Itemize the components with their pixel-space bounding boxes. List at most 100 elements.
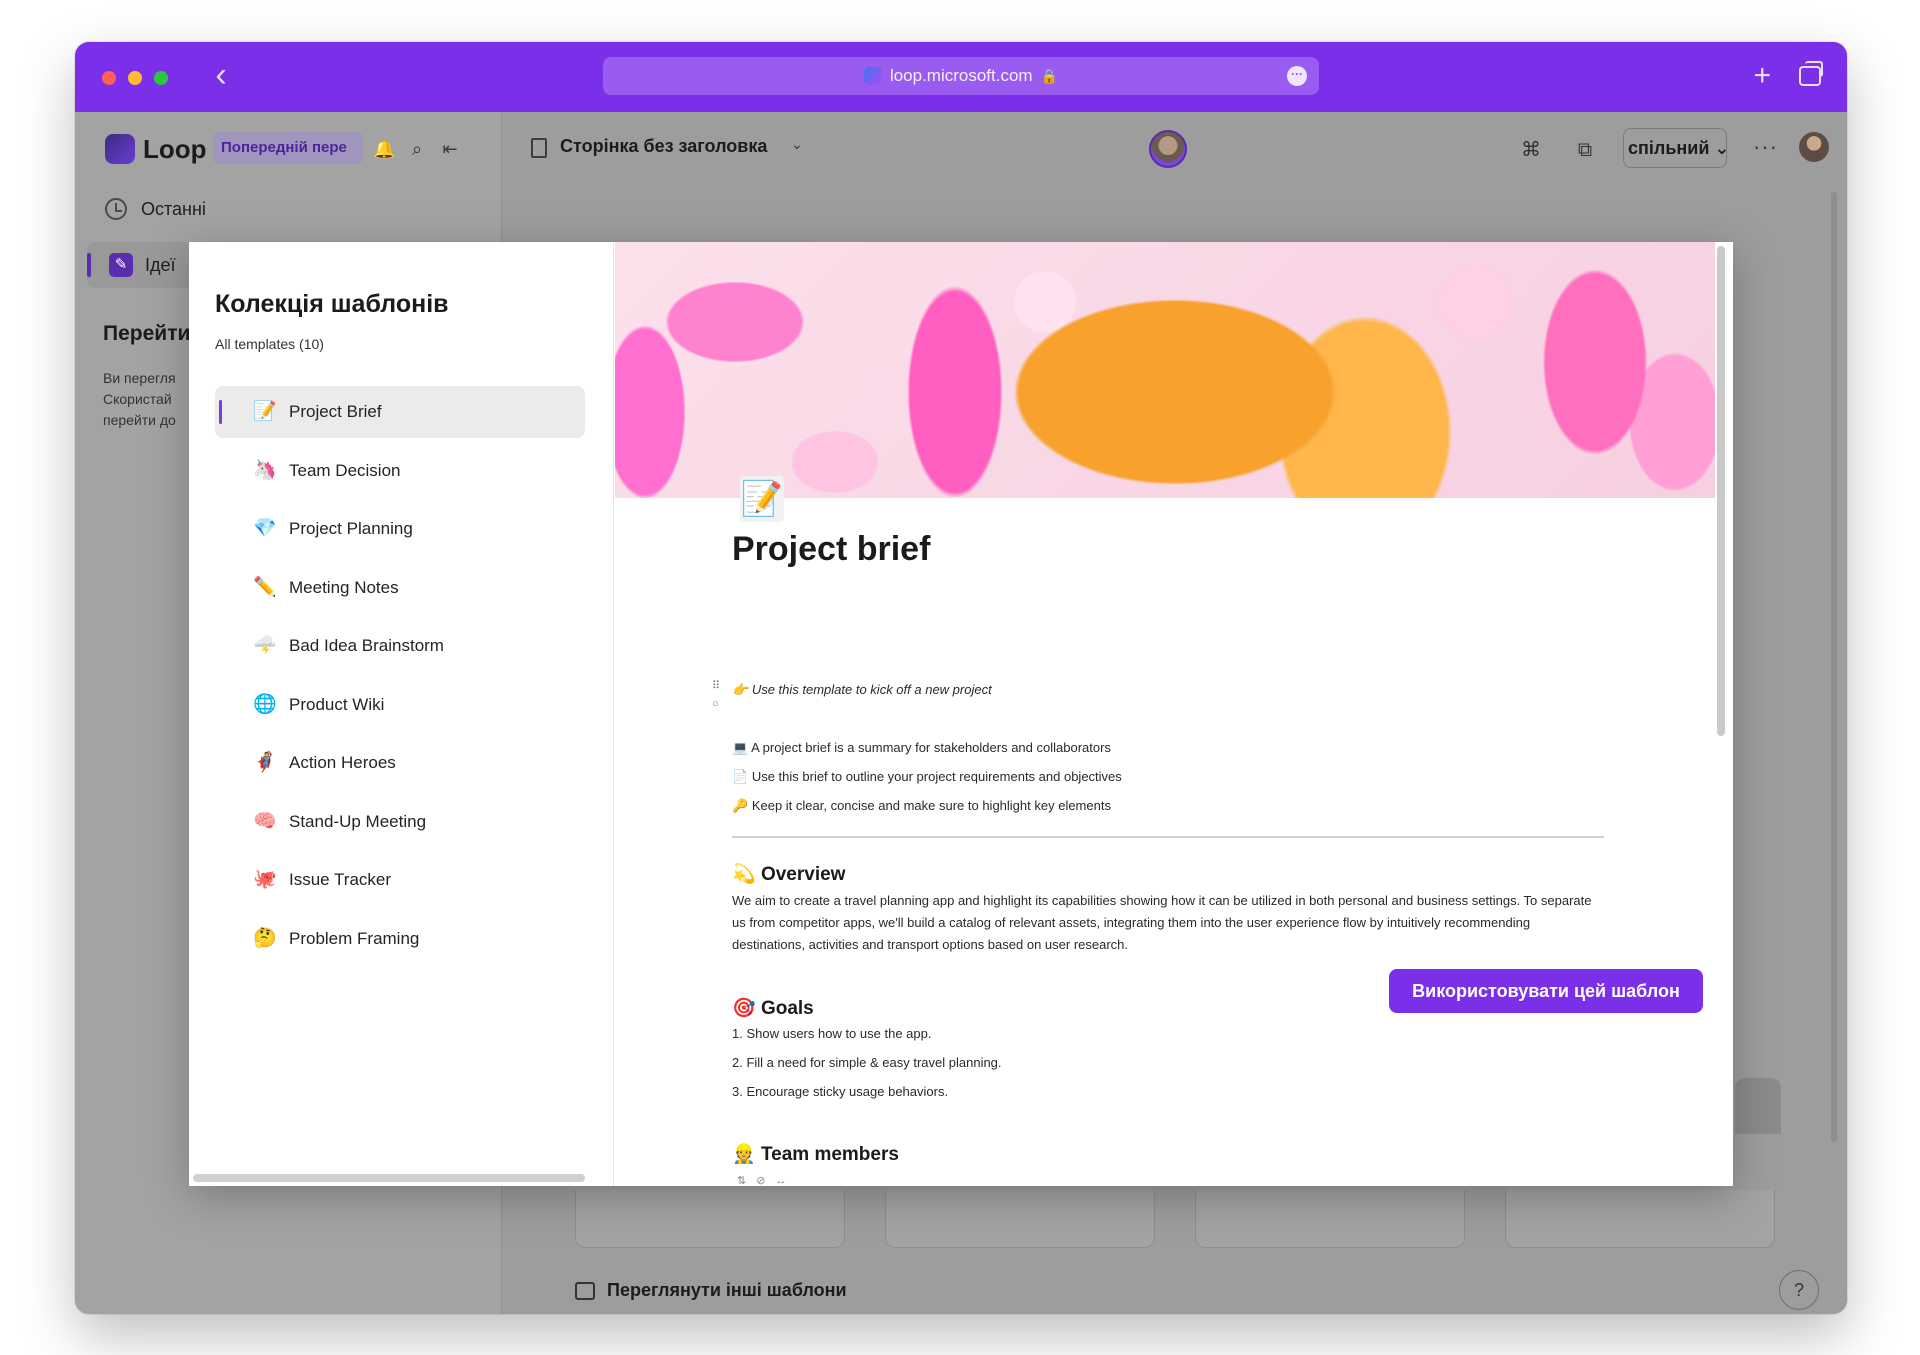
tab-overview-icon[interactable] xyxy=(1799,61,1823,86)
template-list-panel: Колекція шаблонів All templates (10) 📝 Pr… xyxy=(189,242,614,1186)
template-label: Problem Framing xyxy=(289,928,420,948)
table-toolbar[interactable]: ⇅⊘↔ xyxy=(737,1174,796,1186)
browser-window: ‹ loop.microsoft.com 🔒 ··· + Loop Попере… xyxy=(75,42,1847,1314)
copy-icon[interactable]: ⧉ xyxy=(1573,138,1597,162)
document-icon: 📄 xyxy=(732,769,749,784)
back-arrow-icon[interactable]: ‹ xyxy=(203,58,239,94)
pointing-hand-icon: 👉 xyxy=(732,682,749,697)
bullet-line: 💻 A project brief is a summary for stake… xyxy=(732,740,1111,756)
template-label: Meeting Notes xyxy=(289,577,399,597)
template-item-project-planning[interactable]: 💎 Project Planning xyxy=(215,503,585,555)
minimize-window-button[interactable] xyxy=(128,71,142,85)
pencil-icon: ✎ xyxy=(109,253,133,277)
heading-text: Overview xyxy=(760,864,846,885)
preview-scrollbar[interactable] xyxy=(1717,246,1725,736)
template-list: 📝 Project Brief 🦄 Team Decision 💎 Project Pla… xyxy=(215,386,585,971)
template-emoji-icon: 🌩️ xyxy=(253,635,277,656)
chevron-down-icon[interactable]: ⌄ xyxy=(791,136,803,153)
template-emoji-icon: 🦸 xyxy=(253,752,277,773)
share-button[interactable]: спільний ⌄ xyxy=(1623,128,1727,168)
background-card[interactable] xyxy=(1195,1190,1465,1248)
template-item-bad-idea-brainstorm[interactable]: 🌩️ Bad Idea Brainstorm xyxy=(215,620,585,672)
horizontal-scrollbar[interactable] xyxy=(193,1174,585,1182)
comment-icon[interactable]: ○ xyxy=(712,698,724,710)
template-emoji-icon: 🤔 xyxy=(253,927,277,949)
team-heading: 👷 Team members xyxy=(732,1142,899,1166)
description-line: перейти до xyxy=(103,412,176,428)
background-card[interactable] xyxy=(575,1190,845,1248)
template-label: Action Heroes xyxy=(289,753,396,772)
sidebar-item-recent[interactable]: Останні xyxy=(105,194,206,224)
goal-item: 3. Encourage sticky usage behaviors. xyxy=(732,1084,949,1099)
more-options-icon[interactable]: ··· xyxy=(1287,66,1307,86)
apps-grid-icon[interactable]: ⌘ xyxy=(1519,138,1543,162)
page-title[interactable]: Сторінка без заголовка xyxy=(560,136,767,157)
template-label: Product Wiki xyxy=(289,694,385,714)
overview-heading: 💫 Overview xyxy=(732,862,845,886)
template-item-problem-framing[interactable]: 🤔 Problem Framing xyxy=(215,913,585,965)
template-item-product-wiki[interactable]: 🌐 Product Wiki xyxy=(215,679,585,731)
template-item-project-brief[interactable]: 📝 Project Brief xyxy=(215,386,585,438)
intro-line: 👉 Use this template to kick off a new pr… xyxy=(732,682,992,698)
preview-badge: Попередній пере xyxy=(213,132,363,164)
modal-subtitle: All templates (10) xyxy=(215,336,324,352)
bullet-text: Use this brief to outline your project r… xyxy=(751,769,1122,784)
target-icon: 🎯 xyxy=(732,998,756,1019)
heading-text: Team members xyxy=(760,1144,899,1165)
sparkle-icon: 💫 xyxy=(732,864,756,885)
template-label: Issue Tracker xyxy=(289,870,392,889)
app-name: Loop xyxy=(143,134,207,164)
template-label: Project Planning xyxy=(289,519,413,538)
browse-more-label: Переглянути інші шаблони xyxy=(607,1280,847,1300)
help-button[interactable]: ? xyxy=(1779,1270,1819,1310)
modal-title: Колекція шаблонів xyxy=(215,290,449,318)
background-card[interactable] xyxy=(1505,1190,1775,1248)
template-emoji-icon: 🧠 xyxy=(253,810,277,832)
bell-icon[interactable]: 🔔 xyxy=(373,138,395,160)
page-icon xyxy=(531,138,547,158)
template-item-action-heroes[interactable]: 🦸 Action Heroes xyxy=(215,737,585,789)
template-gallery-modal: Колекція шаблонів All templates (10) 📝 Pr… xyxy=(189,242,1733,1186)
sidebar-item-label: Останні xyxy=(141,198,206,219)
close-window-button[interactable] xyxy=(102,71,116,85)
template-gallery-icon xyxy=(575,1281,595,1300)
template-preview-panel: ✕ 📝 Project brief ⠿ ○ 👉 Use this templat… xyxy=(615,242,1733,1186)
bullet-line: 🔑 Keep it clear, concise and make sure t… xyxy=(732,798,1111,814)
bullet-text: A project brief is a summary for stakeho… xyxy=(751,740,1111,755)
collapse-sidebar-icon[interactable]: ⇤ xyxy=(439,138,461,160)
heading-text: Goals xyxy=(760,998,814,1019)
background-card xyxy=(1735,1078,1781,1134)
search-icon[interactable]: ⌕ xyxy=(406,138,428,160)
bullet-text: Keep it clear, concise and make sure to … xyxy=(751,798,1111,813)
template-label: Bad Idea Brainstorm xyxy=(289,636,444,655)
clock-icon xyxy=(105,198,127,220)
background-template-cards xyxy=(575,1190,1847,1248)
main-scrollbar[interactable] xyxy=(1831,192,1837,1142)
template-emoji-icon: 📝 xyxy=(253,401,277,422)
browse-more-templates-link[interactable]: Переглянути інші шаблони xyxy=(575,1280,847,1301)
use-template-button[interactable]: Використовувати цей шаблон xyxy=(1389,969,1703,1013)
template-item-issue-tracker[interactable]: 🐙 Issue Tracker xyxy=(215,854,585,906)
collaborator-avatar[interactable] xyxy=(1149,130,1187,168)
goals-heading: 🎯 Goals xyxy=(732,996,814,1020)
drag-handle-icon[interactable]: ⠿ xyxy=(712,680,724,692)
new-tab-plus-icon[interactable]: + xyxy=(1753,56,1771,96)
template-label: Team Decision xyxy=(289,460,401,480)
background-card[interactable] xyxy=(885,1190,1155,1248)
more-dots-icon[interactable]: ··· xyxy=(1753,134,1778,160)
description-line: Ви перегля xyxy=(103,370,176,386)
worker-icon: 👷 xyxy=(732,1144,756,1165)
user-avatar[interactable] xyxy=(1799,132,1829,162)
laptop-icon: 💻 xyxy=(732,740,749,755)
template-item-team-decision[interactable]: 🦄 Team Decision xyxy=(215,445,585,497)
template-item-meeting-notes[interactable]: ✏️ Meeting Notes xyxy=(215,562,585,614)
share-button-label: спільний xyxy=(1628,138,1710,158)
template-emoji-icon: 🌐 xyxy=(253,693,277,715)
overview-paragraph: We aim to create a travel planning app a… xyxy=(732,893,1592,952)
key-icon: 🔑 xyxy=(732,798,749,813)
template-item-stand-up-meeting[interactable]: 🧠 Stand-Up Meeting xyxy=(215,796,585,848)
zoom-window-button[interactable] xyxy=(154,71,168,85)
address-bar[interactable]: loop.microsoft.com 🔒 ··· xyxy=(603,57,1319,95)
template-label: Stand-Up Meeting xyxy=(289,811,427,831)
template-emoji-icon: 💎 xyxy=(253,518,277,539)
